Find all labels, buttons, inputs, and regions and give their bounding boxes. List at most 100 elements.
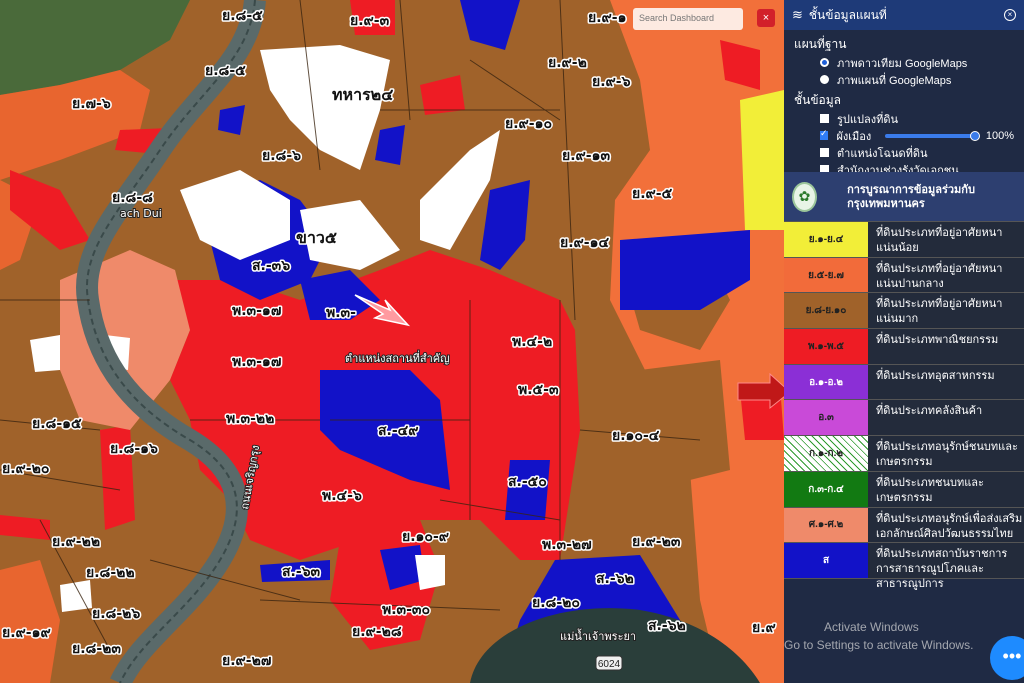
zone-label: ย.๗-๖ (72, 96, 111, 112)
legend-row: ก.๑-ก.๒ ที่ดินประเภทอนุรักษ์ชนบทและเกษตรก… (784, 436, 1024, 472)
panel-close-icon[interactable]: × (1004, 9, 1016, 21)
legend-description: ที่ดินประเภทพาณิชยกรรม (876, 334, 999, 347)
checkbox-icon[interactable] (820, 114, 829, 123)
legend-swatch: ส (784, 543, 868, 578)
zone-label: ย.๘-๒๒ (86, 565, 135, 581)
zone-label: ย.๙-๒๘ (352, 624, 402, 640)
legend-swatch: ย.๘-ย.๑๐ (784, 293, 868, 329)
zone-label: ส.-๔๙ (378, 423, 419, 439)
zone-label: ย.๙-๑๔ (560, 235, 609, 251)
zone-label: ขาว๕ (296, 228, 337, 247)
zone-label: ย.๘-๕ (205, 63, 246, 79)
zone-label: ย.๙-๓ (350, 13, 390, 29)
place-edge-label: ach Dui (120, 207, 162, 220)
basemap-title: แผนที่ฐาน (794, 37, 847, 51)
zone-label: ย.๙-๒๒ (52, 534, 100, 550)
opacity-value: 100% (985, 129, 1014, 142)
road-number-label: 6024 (598, 659, 621, 670)
zone-label: พ.๔-๖ (322, 488, 362, 504)
legend-header: ✿ การบูรณาการข้อมูลร่วมกับ กรุงเทพมหานคร (784, 172, 1024, 222)
legend-row: ย.๘-ย.๑๐ ที่ดินประเภทที่อยู่อาศัยหนาแน่นม… (784, 293, 1024, 330)
zone-label: ย.๙ (752, 620, 776, 636)
legend-row: ย.๑-ย.๔ ที่ดินประเภทที่อยู่อาศัยหนาแน่นน้… (784, 222, 1024, 258)
legend-swatch: ย.๑-ย.๔ (784, 222, 868, 257)
zone-label: ย.๙-๖ (592, 74, 631, 90)
legend-swatch: ย.๕-ย.๗ (784, 257, 868, 293)
legend-header-text: การบูรณาการข้อมูลร่วมกับ กรุงเทพมหานคร (847, 183, 975, 210)
zone-label: พ.๓-๑๗ (232, 354, 281, 370)
legend-row: พ.๑-พ.๕ ที่ดินประเภทพาณิชยกรรม (784, 329, 1024, 365)
checkbox-icon[interactable] (820, 148, 829, 157)
legend-swatch: ก.๓-ก.๔ (784, 471, 868, 507)
legend-description: ที่ดินประเภทที่อยู่อาศัยหนาแน่นปานกลาง (876, 262, 1003, 290)
zone-label: ทหาร๒๔ (332, 85, 393, 104)
zone-label: ย.๘-๕ (222, 8, 263, 24)
zone-label: ส.-๖๒ (648, 618, 686, 634)
zone-label: ย.๙-๑๐ (505, 116, 552, 132)
zone-label: ย.๘-๑๖ (110, 441, 158, 457)
zone-label: ส.-๕๐ (508, 474, 547, 490)
river-name-label: แม่น้ำเจ้าพระยา (560, 628, 636, 643)
legend-swatch: ศ.๑-ศ.๒ (784, 507, 868, 543)
zone-label: พ.๕-๓ (518, 382, 559, 398)
zone-label: พ.๓- (326, 305, 356, 321)
zone-label: ย.๘-๒๖ (92, 606, 140, 622)
layers-icon: ≋ (792, 7, 803, 22)
zone-label: ย.๘-๘ (112, 190, 153, 206)
zone-label: ย.๑๐-๔ (612, 428, 660, 444)
zone-label: พ.๓-๒๗ (542, 537, 592, 553)
zone-label: ย.๙-๑๓ (562, 148, 610, 164)
zone-label: พ.๓-๑๗ (232, 303, 281, 319)
legend-swatch: พ.๑-พ.๕ (784, 329, 868, 364)
zone-label: ส.-๓๖ (252, 258, 290, 274)
zone-label: ส.-๖๓ (282, 564, 321, 580)
zone-label: ส.-๖๒ (596, 571, 634, 587)
zone-label: พ.๓-๒๒ (226, 411, 274, 427)
bangkok-seal-icon: ✿ (792, 181, 818, 212)
legend-description: ที่ดินประเภทอุตสาหกรรม (876, 369, 995, 382)
legend-row: ก.๓-ก.๔ ที่ดินประเภทชนบทและเกษตรกรรม (784, 471, 1024, 508)
layer-deed-option[interactable]: ตำแหน่งโฉนดที่ดิน (794, 144, 1014, 161)
legend-row: อ.๑-อ.๒ ที่ดินประเภทอุตสาหกรรม (784, 364, 1024, 401)
zone-label: พ.๓-๓๐ (382, 602, 430, 618)
legend-swatch: อ.๓ (784, 400, 868, 436)
basemap-road-option[interactable]: ภาพแผนที่ GoogleMaps (794, 71, 1014, 88)
zone-label: ย.๙-๒๐ (2, 461, 49, 477)
search-input[interactable]: Search Dashboard (633, 8, 743, 30)
zone-label: พ.๔-๒ (512, 334, 552, 350)
windows-watermark: Activate Windows Go to Settings to activ… (784, 620, 974, 652)
legend-row: ศ.๑-ศ.๒ ที่ดินประเภทอนุรักษ์เพื่อส่งเสริม… (784, 507, 1024, 544)
opacity-slider[interactable] (885, 130, 980, 141)
layers-title: ชั้นข้อมูล (794, 93, 842, 107)
legend-row: สที่ดินประเภทสถาบันราชการ การสาธารณูปโภค… (784, 543, 1024, 590)
zone-label: ย.๑๐-๙ (402, 529, 449, 545)
legend-row: อ.๓ ที่ดินประเภทคลังสินค้า (784, 400, 1024, 437)
legend-description: ที่ดินประเภทอนุรักษ์ชนบทและเกษตรกรรม (876, 441, 1018, 469)
checkbox-icon[interactable] (820, 128, 829, 140)
legend-description: ที่ดินประเภทชนบทและเกษตรกรรม (876, 476, 984, 504)
zone-label: ย.๙-๑๙ (2, 625, 51, 641)
zone-label: ย.๙-๑ (588, 10, 626, 26)
panel-header: ≋ ชั้นข้อมูลแผนที่ × (784, 0, 1024, 30)
zone-label: ย.๙-๕ (632, 186, 673, 202)
panel-title: ชั้นข้อมูลแผนที่ (808, 7, 887, 22)
legend-description: ที่ดินประเภทที่อยู่อาศัยหนาแน่นมาก (876, 298, 1003, 326)
layer-parcel-option[interactable]: รูปแปลงที่ดิน (794, 110, 1014, 127)
legend: ✿ การบูรณาการข้อมูลร่วมกับ กรุงเทพมหานคร… (784, 172, 1024, 590)
radio-icon[interactable] (820, 58, 829, 67)
legend-swatch: ก.๑-ก.๒ (784, 436, 868, 471)
layer-cityplan-option[interactable]: ผังเมือง 100% (794, 127, 1014, 144)
zone-label: ย.๘-๒๐ (532, 595, 580, 611)
slider-thumb[interactable] (969, 130, 980, 141)
zone-label: ย.๙-๒๗ (222, 653, 271, 669)
zone-label: ย.๘-๖ (262, 148, 301, 164)
legend-description: ที่ดินประเภทที่อยู่อาศัยหนาแน่นน้อย (876, 227, 1003, 254)
basemap-satellite-option[interactable]: ภาพดาวเทียม GoogleMaps (794, 54, 1014, 71)
close-icon[interactable]: × (757, 9, 775, 27)
landmark-label: ตำแหน่งสถานที่สำคัญ (345, 350, 450, 365)
map-layer-panel: ≋ ชั้นข้อมูลแผนที่ × แผนที่ฐาน ภาพดาวเที… (784, 0, 1024, 683)
legend-row: ย.๕-ย.๗ ที่ดินประเภทที่อยู่อาศัยหนาแน่นปา… (784, 257, 1024, 294)
radio-icon[interactable] (820, 75, 829, 84)
zone-label: ย.๙-๒ (548, 55, 587, 71)
zone-label: ย.๘-๑๕ (32, 416, 82, 432)
